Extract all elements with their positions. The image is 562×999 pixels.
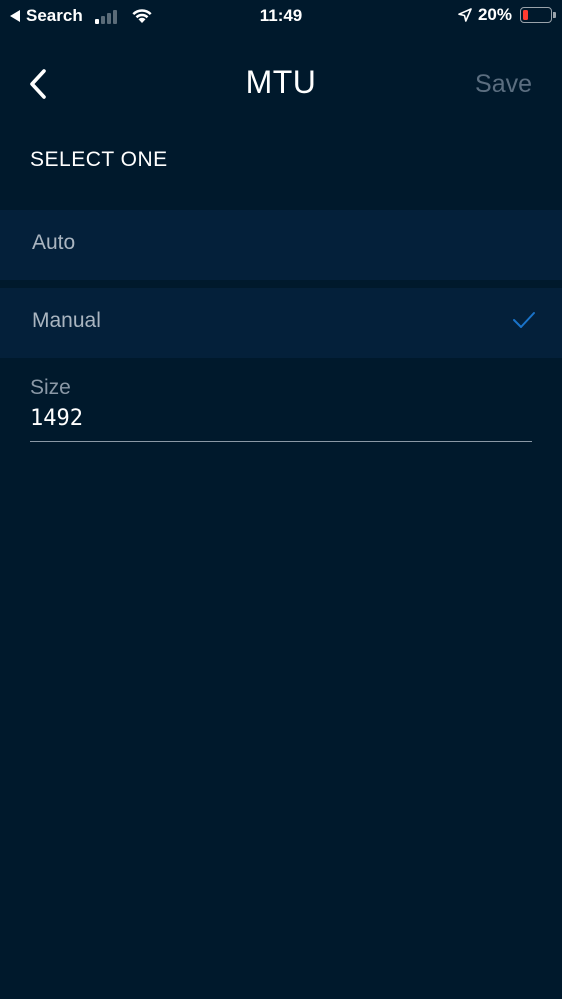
- option-label: Auto: [32, 231, 76, 254]
- location-arrow-icon: [458, 8, 472, 22]
- save-button[interactable]: Save: [475, 70, 532, 99]
- size-input[interactable]: [30, 406, 532, 442]
- battery-level-fill: [523, 10, 528, 20]
- status-bar: Search 11:49 20%: [0, 0, 562, 32]
- battery-icon: [520, 7, 556, 23]
- navigation-bar: MTU Save: [0, 50, 562, 118]
- battery-percent: 20%: [477, 5, 512, 24]
- checkmark-icon: [513, 312, 535, 328]
- option-auto[interactable]: Auto: [0, 210, 562, 280]
- option-label: Manual: [32, 309, 101, 332]
- option-manual[interactable]: Manual: [0, 288, 562, 358]
- size-label: Size: [30, 376, 71, 399]
- status-right: 20%: [458, 5, 556, 25]
- size-field: Size: [30, 376, 532, 446]
- section-header: SELECT ONE: [30, 148, 168, 171]
